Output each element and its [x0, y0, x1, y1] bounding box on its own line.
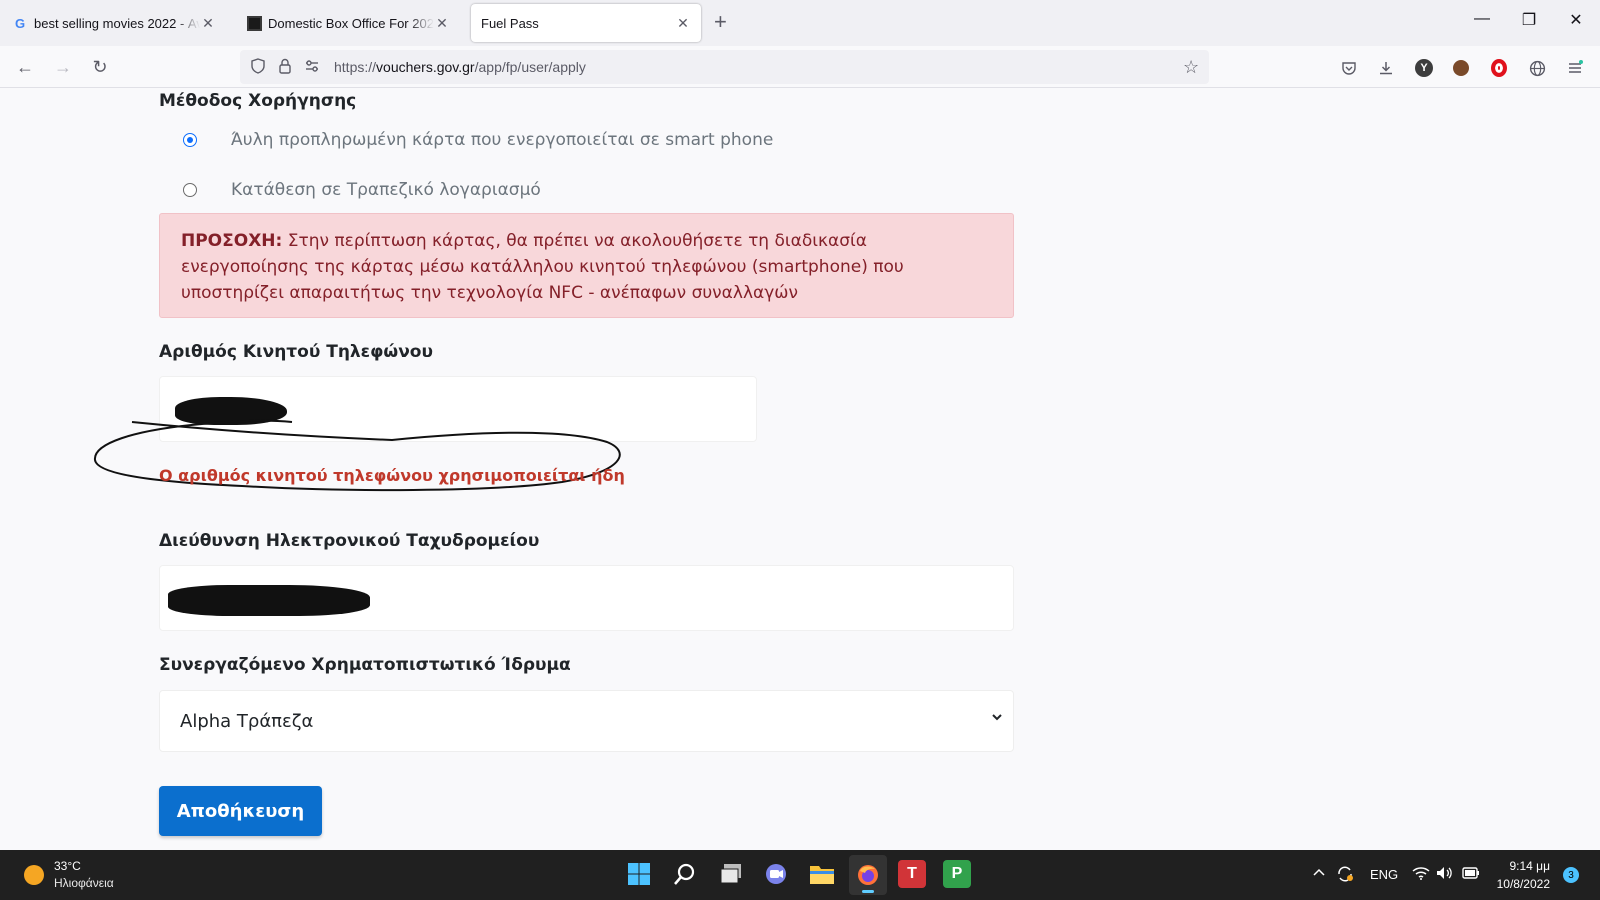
permissions-icon[interactable] — [304, 58, 320, 77]
radio-label-card: Άυλη προπληρωμένη κάρτα που ενεργοποιείτ… — [231, 130, 774, 150]
radio-option-bank[interactable]: Κατάθεση σε Τραπεζικό λογαριασμό — [183, 180, 541, 200]
file-explorer-icon[interactable] — [808, 860, 836, 888]
google-icon: G — [14, 15, 26, 31]
boxofficemojo-icon — [246, 15, 262, 31]
url-prefix: https:// — [334, 59, 377, 75]
lock-icon[interactable] — [278, 58, 292, 77]
p-app-icon[interactable]: P — [943, 860, 971, 888]
windows-taskbar: 33°C Ηλιοφάνεια T P ENG 9:14 μμ 10/8/202… — [0, 850, 1600, 900]
weather-description[interactable]: Ηλιοφάνεια — [54, 876, 114, 890]
alert-text: Στην περίπτωση κάρτας, θα πρέπει να ακολ… — [181, 231, 904, 303]
task-view-icon[interactable] — [717, 860, 745, 888]
url-path: /app/fp/user/apply — [474, 59, 586, 75]
pocket-icon[interactable] — [1339, 58, 1359, 78]
cookie-extension-icon[interactable] — [1451, 58, 1471, 78]
start-icon[interactable] — [625, 860, 653, 888]
tab-google-search[interactable]: G best selling movies 2022 - Αναζήτηση G… — [2, 4, 226, 42]
method-label: Μέθοδος Χορήγησης — [159, 91, 357, 111]
back-icon[interactable]: ← — [14, 56, 36, 78]
sync-icon[interactable] — [1336, 865, 1354, 886]
tab-title: Domestic Box Office For 2022 - Box Offic… — [268, 15, 434, 31]
forward-icon[interactable]: → — [52, 56, 74, 78]
alert-strong: ΠΡΟΣΟΧΗ: — [181, 231, 283, 251]
globe-extension-icon[interactable] — [1527, 58, 1547, 78]
minimize-icon[interactable]: — — [1472, 10, 1492, 28]
email-input[interactable] — [159, 565, 1014, 631]
radio-button-selected[interactable] — [183, 133, 197, 147]
tab-fuel-pass[interactable]: Fuel Pass ✕ — [471, 4, 701, 42]
menu-icon[interactable] — [1565, 58, 1585, 78]
close-window-icon[interactable]: ✕ — [1566, 10, 1586, 30]
navigation-bar: ← → ↻ https://vouchers.gov.gr/app/fp/use… — [0, 46, 1600, 88]
warning-alert: ΠΡΟΣΟΧΗ: Στην περίπτωση κάρτας, θα πρέπε… — [159, 213, 1014, 318]
search-icon[interactable] — [671, 860, 699, 888]
weather-temperature[interactable]: 33°C — [54, 859, 81, 873]
sun-icon[interactable] — [24, 865, 44, 885]
reload-icon[interactable]: ↻ — [89, 56, 111, 78]
shield-icon[interactable] — [250, 58, 266, 77]
address-bar[interactable]: https://vouchers.gov.gr/app/fp/user/appl… — [240, 50, 1209, 84]
chevron-down-icon — [991, 710, 1003, 726]
tab-title: best selling movies 2022 - Αναζήτηση Goo… — [34, 15, 200, 31]
radio-button[interactable] — [183, 183, 197, 197]
close-tab-icon[interactable]: ✕ — [200, 15, 216, 32]
chat-icon[interactable] — [762, 860, 790, 888]
bank-select-value: Alpha Τράπεζα — [180, 711, 314, 732]
t-app-icon[interactable]: T — [898, 860, 926, 888]
chevron-up-icon[interactable] — [1312, 866, 1326, 883]
language-indicator[interactable]: ENG — [1370, 867, 1398, 882]
bank-label: Συνεργαζόμενο Χρηματοπιστωτικό Ίδρυμα — [159, 655, 571, 675]
clock-date[interactable]: 10/8/2022 — [1470, 877, 1550, 891]
new-tab-icon[interactable]: + — [714, 10, 727, 34]
phone-label: Αριθμός Κινητού Τηλεφώνου — [159, 342, 433, 362]
restore-icon[interactable]: ❐ — [1519, 10, 1539, 30]
radio-label-bank: Κατάθεση σε Τραπεζικό λογαριασμό — [231, 180, 541, 200]
page-content: Μέθοδος Χορήγησης Άυλη προπληρωμένη κάρτ… — [0, 88, 1600, 850]
volume-icon[interactable] — [1436, 866, 1454, 883]
save-button[interactable]: Αποθήκευση — [159, 786, 322, 836]
radio-option-card[interactable]: Άυλη προπληρωμένη κάρτα που ενεργοποιείτ… — [183, 130, 773, 150]
wifi-icon[interactable] — [1412, 866, 1430, 883]
close-tab-icon[interactable]: ✕ — [675, 15, 691, 32]
phone-error-message: Ο αριθμός κινητού τηλεφώνου χρησιμοποιεί… — [159, 466, 625, 485]
redacted-email-address — [168, 585, 370, 616]
opera-extension-icon[interactable] — [1489, 58, 1509, 78]
yoroi-extension-icon[interactable]: Y — [1414, 58, 1434, 78]
tab-strip: G best selling movies 2022 - Αναζήτηση G… — [0, 0, 1600, 46]
bookmark-star-icon[interactable]: ☆ — [1183, 57, 1199, 78]
clock-time[interactable]: 9:14 μμ — [1470, 859, 1550, 873]
tab-box-office[interactable]: Domestic Box Office For 2022 - Box Offic… — [236, 4, 460, 42]
url-domain: vouchers.gov.gr — [376, 59, 475, 75]
notification-badge[interactable]: 3 — [1563, 867, 1579, 883]
url-text[interactable]: https://vouchers.gov.gr/app/fp/user/appl… — [334, 59, 586, 75]
tab-title: Fuel Pass — [481, 15, 539, 31]
close-tab-icon[interactable]: ✕ — [434, 15, 450, 32]
email-label: Διεύθυνση Ηλεκτρονικού Ταχυδρομείου — [159, 531, 540, 551]
firefox-icon[interactable] — [849, 855, 887, 895]
bank-select[interactable]: Alpha Τράπεζα — [159, 690, 1014, 752]
downloads-icon[interactable] — [1376, 58, 1396, 78]
